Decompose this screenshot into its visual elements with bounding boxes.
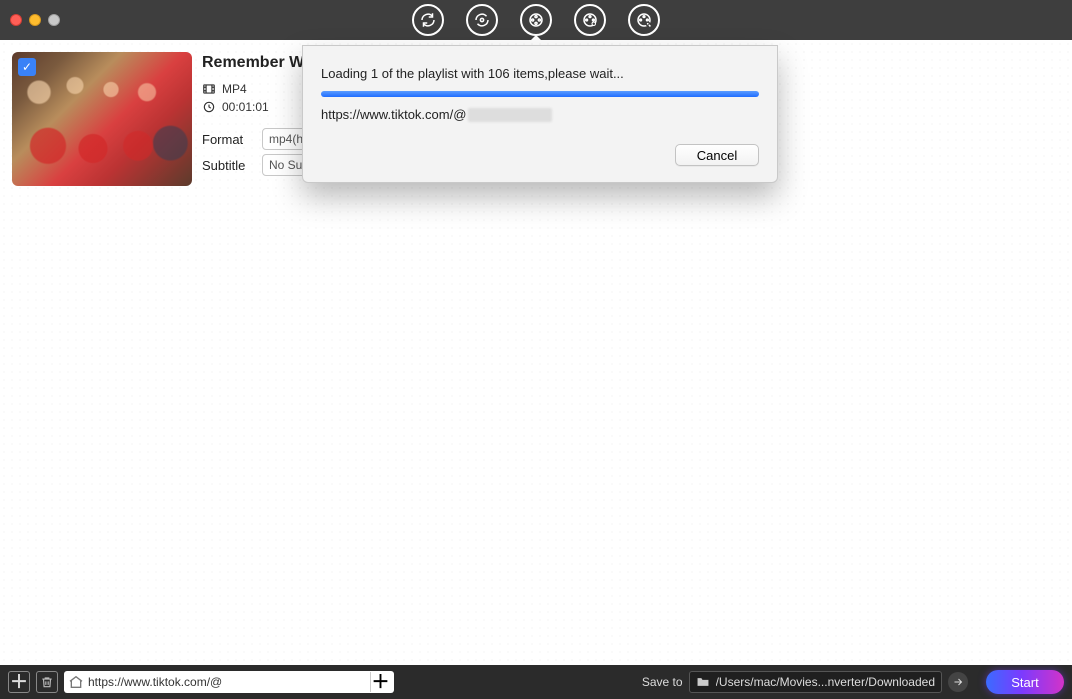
convert-settings-icon[interactable] <box>466 4 498 36</box>
home-icon <box>68 674 84 690</box>
save-path-box[interactable]: /Users/mac/Movies...nverter/Downloaded <box>689 671 942 693</box>
delete-task-button[interactable] <box>36 671 58 693</box>
video-thumbnail[interactable]: ✓ <box>12 52 192 186</box>
loading-url-prefix: https://www.tiktok.com/@ <box>321 107 466 122</box>
folder-icon <box>696 676 710 688</box>
titlebar <box>0 0 1072 40</box>
thumbnail-checkbox[interactable]: ✓ <box>18 58 36 76</box>
loading-url: https://www.tiktok.com/@ <box>321 107 759 122</box>
main-area: ✓ Remember W MP4 00:01:01 Format mp4(h <box>0 40 1072 665</box>
window-controls <box>10 14 60 26</box>
open-folder-button[interactable] <box>948 672 968 692</box>
video-format-badge: MP4 <box>222 82 247 96</box>
top-mode-icons <box>412 4 660 36</box>
video-reel-settings-icon[interactable] <box>574 4 606 36</box>
bottom-bar: ＋ ＋ Save to /Users/mac/Movies...nverter/… <box>0 665 1072 699</box>
video-reel-search-icon[interactable] <box>628 4 660 36</box>
loading-url-hidden <box>468 108 552 122</box>
cancel-button[interactable]: Cancel <box>675 144 759 166</box>
add-task-button[interactable]: ＋ <box>8 671 30 693</box>
film-icon <box>202 82 216 96</box>
clock-icon <box>202 100 216 114</box>
url-input-wrap: ＋ <box>64 671 394 693</box>
save-path-text: /Users/mac/Movies...nverter/Downloaded <box>716 675 935 689</box>
format-label: Format <box>202 132 254 147</box>
progress-bar <box>321 91 759 97</box>
minimize-window[interactable] <box>29 14 41 26</box>
video-duration: 00:01:01 <box>222 100 269 114</box>
save-to-group: Save to /Users/mac/Movies...nverter/Down… <box>642 671 968 693</box>
refresh-icon[interactable] <box>412 4 444 36</box>
close-window[interactable] <box>10 14 22 26</box>
save-to-label: Save to <box>642 675 683 689</box>
url-add-button[interactable]: ＋ <box>370 672 390 692</box>
loading-status: Loading 1 of the playlist with 106 items… <box>321 66 759 81</box>
start-button[interactable]: Start <box>986 670 1064 694</box>
url-input[interactable] <box>88 675 366 689</box>
loading-modal: Loading 1 of the playlist with 106 items… <box>302 45 778 183</box>
subtitle-label: Subtitle <box>202 158 254 173</box>
maximize-window[interactable] <box>48 14 60 26</box>
video-reel-icon[interactable] <box>520 4 552 36</box>
